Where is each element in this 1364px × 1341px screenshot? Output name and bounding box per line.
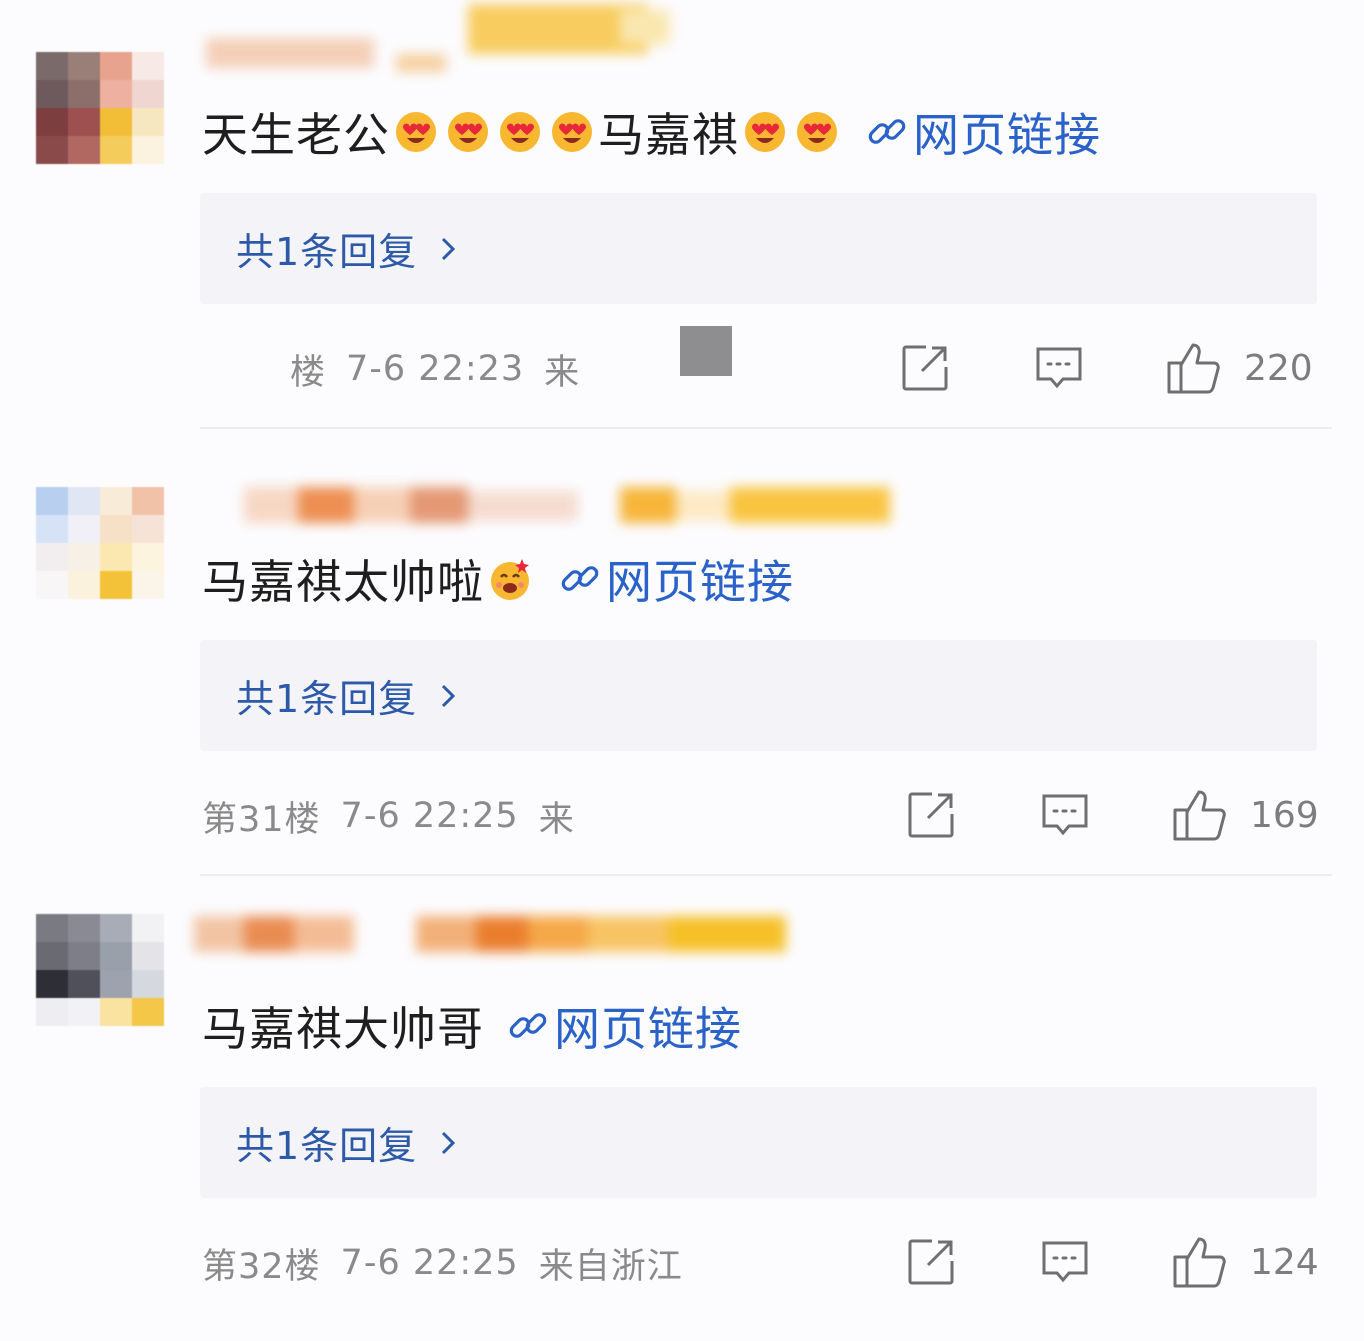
- heart-eyes-emoji: [552, 112, 592, 152]
- share-button[interactable]: [906, 1234, 956, 1290]
- heart-eyes-emoji: [745, 112, 785, 152]
- comment-button[interactable]: [1040, 1234, 1090, 1290]
- chevron-right-icon: [442, 237, 456, 260]
- comment-item: 马嘉祺太帅啦 网页链接 共1条回复 第31楼 7-6 22:25 来 169: [0, 447, 1364, 894]
- comment-text-part: 马嘉祺大帅哥: [202, 1002, 484, 1056]
- share-icon: [908, 792, 954, 838]
- heart-eyes-emoji: [797, 112, 837, 152]
- web-link-label: 网页链接: [913, 108, 1101, 162]
- share-button[interactable]: [906, 787, 956, 843]
- comment-meta: 第31楼 7-6 22:25 来: [202, 789, 575, 843]
- comment-icon: [1042, 794, 1088, 836]
- username-redacted[interactable]: [240, 447, 920, 527]
- reply-count-label: 共1条回复: [236, 230, 418, 274]
- floor-number: 第32楼: [202, 1246, 321, 1287]
- redaction-block: [680, 326, 732, 376]
- chevron-right-icon: [442, 1131, 456, 1154]
- comment-time: 7-6 22:23: [346, 349, 525, 389]
- link-icon: [561, 566, 599, 591]
- floor-number: 楼: [290, 352, 327, 393]
- comment-icon: [1042, 1241, 1088, 1283]
- avatar[interactable]: [36, 487, 164, 599]
- comment-time: 7-6 22:25: [340, 796, 519, 836]
- divider: [200, 874, 1332, 876]
- heart-eyes-emoji: [500, 112, 540, 152]
- comment-meta: 第32楼 7-6 22:25 来自浙江: [202, 1236, 683, 1290]
- redaction: [608, 346, 666, 390]
- heart-eyes-emoji: [396, 112, 436, 152]
- reply-count-label: 共1条回复: [236, 1124, 418, 1168]
- avatar[interactable]: [36, 914, 164, 1026]
- web-link-label: 网页链接: [606, 555, 794, 609]
- floor-number: 第31楼: [202, 799, 321, 840]
- link-icon: [868, 119, 906, 144]
- comment-button[interactable]: [1040, 787, 1090, 843]
- avatar[interactable]: [36, 52, 164, 164]
- comment-text-part: 天生老公: [202, 108, 390, 162]
- comment-icon: [1036, 347, 1082, 389]
- thumbs-up-icon: [1173, 1237, 1226, 1288]
- share-button[interactable]: [900, 340, 950, 396]
- link-icon: [509, 1013, 547, 1038]
- username-redacted[interactable]: [200, 0, 680, 80]
- comment-location: 来: [544, 352, 581, 393]
- comment-button[interactable]: [1034, 340, 1084, 396]
- reply-summary[interactable]: 共1条回复: [200, 193, 1317, 304]
- web-link[interactable]: 网页链接: [558, 546, 794, 612]
- comment-location: 来: [538, 799, 575, 840]
- web-link-label: 网页链接: [554, 1002, 742, 1056]
- reply-summary[interactable]: 共1条回复: [200, 640, 1317, 751]
- like-count: 169: [1250, 794, 1319, 836]
- comment-item: 马嘉祺大帅哥 网页链接 共1条回复 第32楼 7-6 22:25 来自浙江 12…: [0, 894, 1364, 1341]
- excited-emoji: [491, 559, 529, 600]
- comment-text-part: 马嘉祺: [598, 108, 739, 162]
- thumbs-up-icon: [1173, 790, 1226, 841]
- like-button[interactable]: 124: [1172, 1234, 1319, 1290]
- redaction: [198, 346, 288, 390]
- heart-eyes-emoji: [448, 112, 488, 152]
- like-button[interactable]: 169: [1172, 787, 1319, 843]
- web-link[interactable]: 网页链接: [865, 99, 1101, 165]
- like-button[interactable]: 220: [1166, 340, 1313, 396]
- like-count: 220: [1244, 347, 1313, 389]
- reply-count-label: 共1条回复: [236, 677, 418, 721]
- chevron-right-icon: [442, 684, 456, 707]
- redaction: [606, 793, 664, 837]
- reply-summary[interactable]: 共1条回复: [200, 1087, 1317, 1198]
- comment-text: 马嘉祺大帅哥 网页链接: [202, 996, 742, 1056]
- like-count: 124: [1250, 1241, 1319, 1283]
- comment-text: 马嘉祺太帅啦 网页链接: [202, 549, 794, 609]
- web-link[interactable]: 网页链接: [506, 993, 742, 1059]
- comment-item: 天生老公 马嘉祺 网页链接 共1条回复 楼 7-6 22:23 来 220: [0, 0, 1364, 447]
- share-icon: [908, 1239, 954, 1285]
- comment-time: 7-6 22:25: [340, 1243, 519, 1283]
- comment-text-part: 马嘉祺太帅啦: [202, 555, 484, 609]
- username-redacted[interactable]: [190, 894, 810, 974]
- comment-location: 来自浙江: [538, 1246, 683, 1287]
- divider: [200, 427, 1332, 429]
- thumbs-up-icon: [1167, 343, 1220, 394]
- share-icon: [902, 345, 948, 391]
- comment-text: 天生老公 马嘉祺 网页链接: [202, 102, 1101, 162]
